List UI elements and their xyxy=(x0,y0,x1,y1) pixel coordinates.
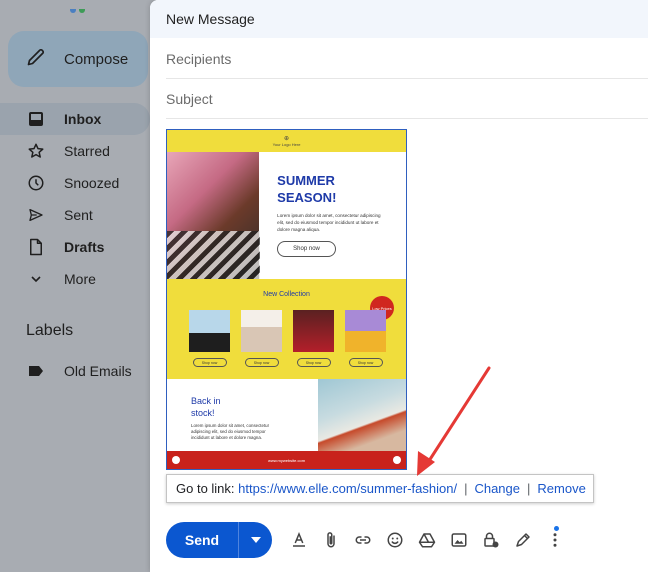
link-url[interactable]: https://www.elle.com/summer-fashion/ xyxy=(238,481,457,496)
template-new-collection: New Collection Low Prices Shop now Shop … xyxy=(167,279,406,379)
lock-clock-icon xyxy=(484,532,499,548)
logo-mark-icon: ⊕ xyxy=(283,136,290,142)
sidebar-item-inbox[interactable]: Inbox xyxy=(0,103,150,135)
sidebar-item-snoozed[interactable]: Snoozed xyxy=(0,167,150,199)
text-format-icon xyxy=(293,532,305,547)
email-template-image[interactable]: ⊕ Your Logo Here SUMMER SEASON! Lorem ip… xyxy=(166,129,407,470)
recipients-field[interactable]: Recipients xyxy=(166,39,648,79)
product-shop-button: Shop now xyxy=(244,358,279,367)
send-button[interactable]: Send xyxy=(166,532,238,548)
product-card: Shop now xyxy=(345,310,386,367)
compose-label: Compose xyxy=(64,50,129,68)
drive-icon xyxy=(418,533,436,548)
compose-window: New Message Recipients Subject ⊕ Your Lo… xyxy=(150,0,648,572)
gmail-logo-fragment xyxy=(70,0,100,13)
sidebar-item-label: Old Emails xyxy=(64,363,132,379)
sidebar-item-label: Drafts xyxy=(64,239,105,255)
subject-field[interactable]: Subject xyxy=(166,79,648,119)
product-photo xyxy=(189,310,230,352)
sidebar-item-label: More xyxy=(64,271,96,287)
insert-link-button[interactable] xyxy=(347,524,379,556)
product-photo xyxy=(293,310,334,352)
compose-header[interactable]: New Message xyxy=(150,0,648,38)
collection-title: New Collection xyxy=(263,291,310,298)
link-popup: Go to link: https://www.elle.com/summer-… xyxy=(166,474,594,503)
link-separator: | xyxy=(464,481,468,496)
sidebar-item-label: Sent xyxy=(64,207,93,223)
back-body: Lorem ipsum dolor sit amet, consectetur … xyxy=(191,423,270,440)
send-button-group: Send xyxy=(166,522,272,558)
more-vert-icon xyxy=(553,533,557,547)
insert-photo-button[interactable] xyxy=(443,524,475,556)
label-icon xyxy=(26,361,46,381)
sidebar-item-starred[interactable]: Starred xyxy=(0,135,150,167)
image-icon xyxy=(451,533,467,547)
emoji-icon xyxy=(387,532,403,548)
product-shop-button: Shop now xyxy=(296,358,331,367)
footer-url: www.mywebsite.com xyxy=(267,457,306,463)
template-hero: SUMMER SEASON! Lorem ipsum dolor sit ame… xyxy=(167,152,406,279)
change-link-button[interactable]: Change xyxy=(474,481,520,496)
template-logo-bar: ⊕ Your Logo Here xyxy=(167,130,406,152)
sidebar-item-sent[interactable]: Sent xyxy=(0,199,150,231)
hero-photo xyxy=(167,152,261,279)
social-icon xyxy=(393,456,401,464)
link-prefix: Go to link: xyxy=(176,481,235,496)
file-icon xyxy=(26,237,46,257)
paperclip-icon xyxy=(327,532,335,548)
pencil-icon xyxy=(26,47,46,72)
insert-emoji-button[interactable] xyxy=(379,524,411,556)
sidebar-item-drafts[interactable]: Drafts xyxy=(0,231,150,263)
back-in-stock-photo xyxy=(317,379,406,451)
pen-icon xyxy=(516,533,530,547)
product-shop-button: Shop now xyxy=(192,358,227,367)
template-back-in-stock: Back in stock! Lorem ipsum dolor sit ame… xyxy=(167,379,406,451)
product-photo xyxy=(241,310,282,352)
attach-file-button[interactable] xyxy=(315,524,347,556)
send-options-button[interactable] xyxy=(239,537,272,543)
clock-icon xyxy=(26,173,46,193)
hero-body: Lorem ipsum dolor sit amet, consectetur … xyxy=(277,213,381,232)
social-icon xyxy=(172,456,180,464)
chevron-down-icon xyxy=(26,269,46,289)
template-logo-text: Your Logo Here xyxy=(272,142,301,147)
insert-drive-button[interactable] xyxy=(411,524,443,556)
product-card: Shop now xyxy=(189,310,230,367)
link-separator: | xyxy=(527,481,531,496)
product-card: Shop now xyxy=(241,310,282,367)
template-footer: www.mywebsite.com xyxy=(167,451,406,469)
labels-heading: Labels xyxy=(26,322,74,339)
back-title-line-2: stock! xyxy=(191,408,215,418)
send-icon xyxy=(26,205,46,225)
recipients-placeholder: Recipients xyxy=(166,50,232,67)
sidebar-item-label: Snoozed xyxy=(64,175,120,191)
inbox-icon xyxy=(26,109,46,129)
hero-shop-button: Shop now xyxy=(277,241,336,257)
sidebar-label-old-emails[interactable]: Old Emails xyxy=(0,355,150,387)
hero-title-line-1: SUMMER xyxy=(277,173,335,188)
compose-toolbar: Send xyxy=(166,522,571,558)
product-photo xyxy=(345,310,386,352)
remove-link-button[interactable]: Remove xyxy=(537,481,585,496)
hero-title-line-2: SEASON! xyxy=(277,190,337,205)
compose-button[interactable]: Compose xyxy=(8,31,148,87)
back-title-line-1: Back in xyxy=(191,396,221,406)
link-icon xyxy=(355,536,371,544)
sidebar-item-label: Starred xyxy=(64,143,110,159)
compose-title: New Message xyxy=(166,11,255,27)
insert-signature-button[interactable] xyxy=(507,524,539,556)
product-card: Shop now xyxy=(293,310,334,367)
caret-down-icon xyxy=(250,537,261,543)
star-icon xyxy=(26,141,46,161)
subject-placeholder: Subject xyxy=(166,90,213,107)
gmail-sidebar: Compose Inbox Starred Snoozed Sent Draft… xyxy=(0,0,150,572)
sidebar-item-more[interactable]: More xyxy=(0,263,150,295)
product-shop-button: Shop now xyxy=(348,358,383,367)
sidebar-item-label: Inbox xyxy=(64,111,102,127)
formatting-options-button[interactable] xyxy=(283,524,315,556)
notification-dot xyxy=(554,526,559,531)
confidential-mode-button[interactable] xyxy=(475,524,507,556)
